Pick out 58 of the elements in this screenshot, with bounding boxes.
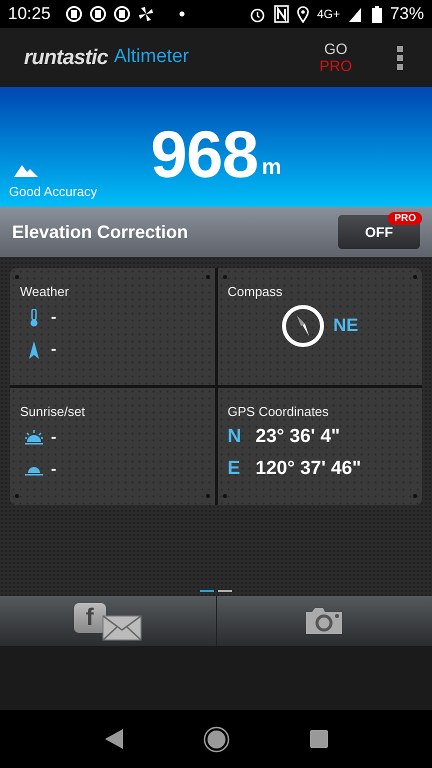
screw-icon bbox=[412, 493, 418, 499]
dot-icon bbox=[178, 11, 185, 17]
alarm-icon bbox=[248, 6, 266, 22]
facebook-icon: f bbox=[74, 603, 106, 633]
envelope-icon bbox=[102, 615, 142, 641]
toggle-button[interactable]: OFF PRO bbox=[338, 215, 420, 249]
tile-title: Compass bbox=[228, 283, 284, 301]
go-pro-button[interactable]: GO PRO bbox=[319, 40, 352, 74]
back-button[interactable] bbox=[104, 729, 122, 749]
reading-value: - bbox=[51, 460, 56, 480]
fan-icon bbox=[136, 5, 155, 23]
screw-icon bbox=[222, 274, 228, 280]
tile-title: GPS Coordinates bbox=[228, 403, 330, 421]
recents-icon bbox=[310, 730, 328, 748]
coordinate-axis: E bbox=[228, 457, 242, 482]
screw-icon bbox=[204, 274, 210, 280]
altitude-unit: m bbox=[262, 153, 282, 181]
battery-level: 73% bbox=[390, 3, 424, 26]
tile-title: Sunrise/set bbox=[20, 403, 86, 421]
location-icon bbox=[296, 6, 309, 22]
screw-icon bbox=[412, 274, 418, 280]
pro-badge: PRO bbox=[388, 212, 422, 225]
tile-title: Weather bbox=[20, 283, 70, 301]
coordinate-value: 23° 36' 4" bbox=[256, 425, 340, 450]
home-icon bbox=[202, 726, 230, 752]
altitude-value: 968 bbox=[150, 121, 258, 187]
home-button[interactable] bbox=[202, 726, 230, 752]
brand-logo: runtastic bbox=[24, 44, 108, 71]
screw-icon bbox=[14, 274, 20, 280]
section-title: Elevation Correction bbox=[12, 220, 188, 244]
camera-icon bbox=[304, 606, 344, 636]
notification-icon bbox=[112, 5, 131, 23]
battery-icon bbox=[372, 6, 382, 22]
reading-value: - bbox=[51, 340, 56, 360]
compass-icon bbox=[281, 304, 326, 348]
menu-icon bbox=[396, 46, 404, 70]
coordinate-value: 120° 37' 46" bbox=[256, 457, 362, 482]
nfc-icon bbox=[274, 5, 289, 23]
recents-button[interactable] bbox=[310, 730, 328, 748]
reading-value: - bbox=[51, 428, 56, 448]
app-title: Altimeter bbox=[114, 45, 189, 70]
notification-icon bbox=[64, 5, 83, 23]
arrow-icon bbox=[29, 340, 39, 358]
accuracy-label: Good Accuracy bbox=[9, 182, 98, 201]
screw-icon bbox=[14, 493, 20, 499]
mountain-icon bbox=[14, 162, 38, 176]
thermometer-icon bbox=[29, 308, 39, 326]
coordinate-axis: N bbox=[228, 425, 242, 450]
screw-icon bbox=[222, 493, 228, 499]
reading-value: - bbox=[51, 308, 56, 328]
clock: 10:25 bbox=[8, 3, 51, 26]
back-icon bbox=[104, 729, 122, 749]
screw-icon bbox=[204, 493, 210, 499]
sunrise-icon bbox=[25, 430, 43, 445]
signal-icon bbox=[348, 6, 364, 22]
notification-icon bbox=[88, 5, 107, 23]
network-type: 4G+ bbox=[316, 6, 340, 23]
compass-direction: NE bbox=[333, 314, 358, 337]
